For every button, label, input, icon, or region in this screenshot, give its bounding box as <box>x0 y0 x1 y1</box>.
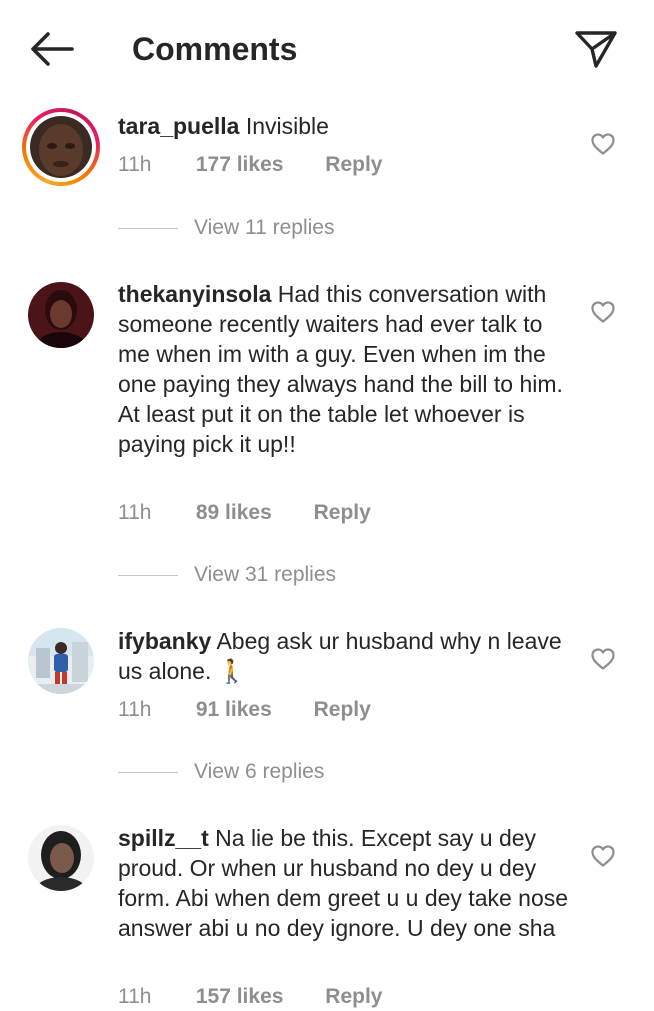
comment-likes[interactable]: 91 likes <box>196 696 272 724</box>
heart-outline-icon[interactable] <box>590 647 616 671</box>
comment-username[interactable]: thekanyinsola <box>118 281 271 307</box>
reply-button[interactable]: Reply <box>314 696 371 724</box>
view-replies-label: View 11 replies <box>194 216 335 239</box>
comment-text: spillz__t Na lie be this. Except say u d… <box>118 823 573 943</box>
paper-plane-icon[interactable] <box>574 28 618 70</box>
view-replies-label: View 31 replies <box>194 563 337 586</box>
comment-likes[interactable]: 177 likes <box>196 151 284 179</box>
comment-meta: 11h 91 likes Reply <box>118 696 371 724</box>
comment-time: 11h <box>118 985 152 1008</box>
view-replies-button[interactable]: View 31 replies <box>118 561 336 589</box>
comment-body: Had this conversation with someone recen… <box>118 281 563 457</box>
comment-time: 11h <box>118 501 152 524</box>
comment-likes[interactable]: 89 likes <box>196 499 272 527</box>
page-title: Comments <box>132 31 298 67</box>
comment-meta: 11h 177 likes Reply <box>118 151 382 179</box>
comment-body: Invisible <box>245 113 329 139</box>
view-replies-button[interactable]: View 6 replies <box>118 758 324 786</box>
comment-text: tara_puella Invisible <box>118 111 573 141</box>
comment-username[interactable]: ifybanky <box>118 628 211 654</box>
comment-meta: 11h 89 likes Reply <box>118 499 371 527</box>
heart-outline-icon[interactable] <box>590 844 616 868</box>
avatar[interactable] <box>22 108 100 186</box>
comment-username[interactable]: tara_puella <box>118 113 239 139</box>
comment-time: 11h <box>118 698 152 721</box>
reply-button[interactable]: Reply <box>325 983 382 1011</box>
story-ring-gap <box>26 112 96 182</box>
comment-meta: 11h 157 likes Reply <box>118 983 382 1011</box>
reply-button[interactable]: Reply <box>325 151 382 179</box>
comment-likes[interactable]: 157 likes <box>196 983 284 1011</box>
comment-text: thekanyinsola Had this conversation with… <box>118 279 573 459</box>
comment-username[interactable]: spillz__t <box>118 825 209 851</box>
reply-button[interactable]: Reply <box>314 499 371 527</box>
avatar[interactable] <box>28 282 94 348</box>
heart-outline-icon[interactable] <box>590 300 616 324</box>
view-replies-button[interactable]: View 11 replies <box>118 214 334 242</box>
heart-outline-icon[interactable] <box>590 132 616 156</box>
comment-time: 11h <box>118 153 152 176</box>
avatar[interactable] <box>28 628 94 694</box>
replies-divider <box>118 574 178 576</box>
back-arrow-icon[interactable] <box>28 28 74 70</box>
replies-divider <box>118 227 178 229</box>
view-replies-label: View 6 replies <box>194 760 325 783</box>
header: Comments <box>0 0 654 100</box>
avatar-photo <box>30 116 92 178</box>
comment-text: ifybanky Abeg ask ur husband why n leave… <box>118 626 573 686</box>
avatar[interactable] <box>28 825 94 891</box>
replies-divider <box>118 771 178 773</box>
